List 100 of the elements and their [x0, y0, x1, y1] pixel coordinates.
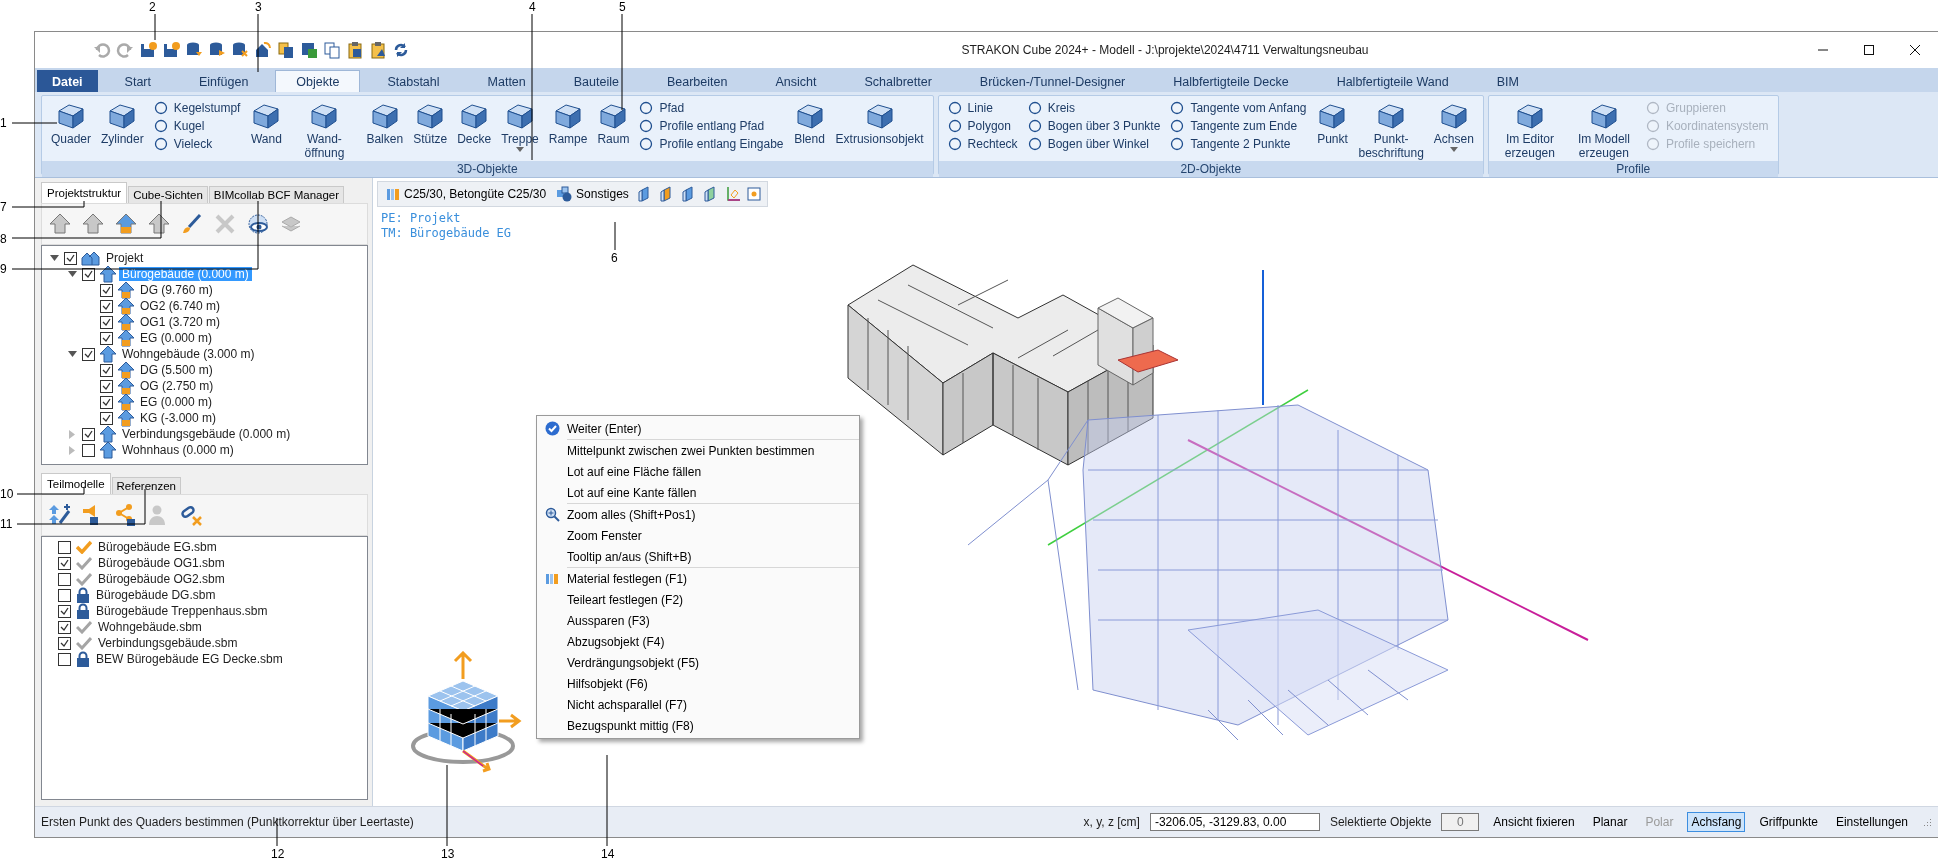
- checkbox[interactable]: [58, 540, 71, 554]
- ribbon-button[interactable]: Achsen: [1430, 98, 1477, 153]
- status-toggle[interactable]: Einstellungen: [1831, 812, 1912, 832]
- checkbox[interactable]: [64, 251, 77, 265]
- material-button[interactable]: C25/30, Betongüte C25/30: [384, 187, 549, 201]
- checkbox[interactable]: [58, 636, 71, 650]
- ribbon-button[interactable]: Rampe: [545, 98, 591, 147]
- menu-item[interactable]: Tooltip an/aus (Shift+B): [537, 546, 829, 567]
- ribbon-button[interactable]: Im Modell erzeugen: [1568, 98, 1639, 161]
- tree-item[interactable]: EG (0.000 m): [137, 395, 216, 409]
- ribbon-button[interactable]: Tangente vom Anfang: [1167, 99, 1310, 116]
- ribbon-button[interactable]: Polygon: [944, 117, 1021, 134]
- checkbox[interactable]: [100, 315, 113, 329]
- arrow-up-icon[interactable]: [48, 212, 72, 236]
- ribbon-button[interactable]: Wand-öffnung: [289, 98, 360, 161]
- ribbon-tab[interactable]: Objekte: [275, 70, 361, 92]
- ribbon-button[interactable]: Bogen über Winkel: [1024, 135, 1164, 152]
- ribbon-button[interactable]: Wand: [247, 98, 286, 147]
- checkbox[interactable]: [58, 588, 71, 602]
- menu-item[interactable]: Mittelpunkt zwischen zwei Punkten bestimmen: [537, 440, 829, 461]
- checkbox[interactable]: [100, 331, 113, 345]
- tree-item[interactable]: KG (-3.000 m): [137, 411, 220, 425]
- panel-tab[interactable]: Cube-Sichten: [128, 186, 208, 203]
- checkbox[interactable]: [100, 363, 113, 377]
- panel-tab[interactable]: Projektstruktur: [41, 182, 128, 203]
- menu-item[interactable]: Nicht achsparallel (F7): [537, 694, 829, 715]
- menu-item[interactable]: Bezugspunkt mittig (F8): [537, 715, 829, 736]
- ribbon-button[interactable]: Im Editor erzeugen: [1494, 98, 1565, 161]
- checkbox[interactable]: [100, 283, 113, 297]
- ribbon-tab[interactable]: Stabstahl: [366, 70, 461, 92]
- ribbon-button[interactable]: Kegelstumpf: [150, 99, 244, 116]
- list-item[interactable]: Bürogebäude OG1.sbm: [95, 556, 228, 570]
- list-item[interactable]: Bürogebäude OG2.sbm: [95, 572, 228, 586]
- ribbon-tab[interactable]: Start: [103, 70, 172, 92]
- checkbox[interactable]: [58, 572, 71, 586]
- checkbox[interactable]: [82, 347, 95, 361]
- ribbon-tab[interactable]: Einfügen: [178, 70, 270, 92]
- menu-item[interactable]: Lot auf eine Kante fällen: [537, 482, 829, 503]
- panel-tab[interactable]: Teilmodelle: [41, 473, 111, 494]
- ribbon-tab[interactable]: Bauteile: [552, 70, 640, 92]
- ribbon-button[interactable]: Kugel: [150, 117, 244, 134]
- checkbox[interactable]: [82, 443, 95, 457]
- ribbon-button[interactable]: Zylinder: [98, 98, 147, 147]
- status-toggle[interactable]: Achsfang: [1687, 812, 1746, 832]
- ribbon-tab[interactable]: Ansicht: [754, 70, 838, 92]
- checkbox[interactable]: [58, 556, 71, 570]
- checkbox[interactable]: [58, 652, 71, 666]
- menu-item[interactable]: Zoom Fenster: [537, 525, 829, 546]
- status-toggle[interactable]: Ansicht fixieren: [1489, 812, 1579, 832]
- checkbox[interactable]: [100, 379, 113, 393]
- database-icon[interactable]: [208, 41, 226, 59]
- ribbon-button[interactable]: Punkt-beschriftung: [1355, 98, 1427, 161]
- collapse-triangle-icon[interactable]: [67, 351, 77, 357]
- arrow-bar-icon[interactable]: [114, 212, 138, 236]
- ribbon-button[interactable]: Extrusionsobjekt: [832, 98, 927, 147]
- menu-item[interactable]: Zoom alles (Shift+Pos1): [537, 504, 829, 525]
- ribbon-button[interactable]: Pfad: [636, 99, 787, 116]
- axes-icon[interactable]: [724, 186, 741, 202]
- ribbon-tab[interactable]: BIM: [1475, 70, 1540, 92]
- checkbox[interactable]: [58, 604, 71, 618]
- unlink-icon[interactable]: [180, 503, 204, 527]
- copy-icon[interactable]: [323, 41, 341, 59]
- panel-tab[interactable]: Referenzen: [111, 477, 181, 494]
- brush-icon[interactable]: [180, 212, 204, 236]
- checkbox[interactable]: [100, 411, 113, 425]
- menu-item[interactable]: Teileart festlegen (F2): [537, 589, 829, 610]
- ribbon-button[interactable]: Stütze: [410, 98, 451, 147]
- menu-item[interactable]: Abzugsobjekt (F4): [537, 631, 829, 652]
- clipboard-icon[interactable]: [346, 41, 364, 59]
- refresh-icon[interactable]: [392, 41, 410, 59]
- ribbon-button[interactable]: Punkt: [1313, 98, 1352, 147]
- menu-item[interactable]: Lot auf eine Fläche fällen: [537, 461, 829, 482]
- tree-item[interactable]: OG1 (3.720 m): [137, 315, 224, 329]
- ribbon-tab[interactable]: Halbfertigteile Decke: [1152, 70, 1310, 92]
- checkbox[interactable]: [100, 395, 113, 409]
- ribbon-button[interactable]: Rechteck: [944, 135, 1021, 152]
- share-lock-icon[interactable]: [114, 503, 138, 527]
- ribbon-button[interactable]: Quader: [48, 98, 95, 147]
- house-icon[interactable]: [254, 41, 272, 59]
- tree-item[interactable]: DG (9.760 m): [137, 283, 216, 297]
- tree-item[interactable]: Wohngebäude (3.000 m): [119, 347, 258, 361]
- copy-icon[interactable]: [277, 41, 295, 59]
- ribbon-button[interactable]: Linie: [944, 99, 1021, 116]
- ribbon-button[interactable]: Bogen über 3 Punkte: [1024, 117, 1164, 134]
- ribbon-button[interactable]: Decke: [454, 98, 495, 147]
- panel-tab[interactable]: BIMcollab BCF Manager: [208, 186, 345, 203]
- checkbox[interactable]: [82, 427, 95, 441]
- ribbon-tab[interactable]: Halbfertigteile Wand: [1315, 70, 1470, 92]
- collapse-triangle-icon[interactable]: [49, 255, 59, 261]
- clipboard-icon[interactable]: [369, 41, 387, 59]
- list-item[interactable]: Wohngebäude.sbm: [95, 620, 205, 634]
- tree-item[interactable]: OG (2.750 m): [137, 379, 217, 393]
- part-type-button[interactable]: Sonstiges: [554, 186, 631, 202]
- list-item[interactable]: Verbindungsgebäude.sbm: [95, 636, 241, 650]
- list-item[interactable]: Bürogebäude Treppenhaus.sbm: [93, 604, 271, 618]
- ribbon-button[interactable]: Profile entlang Eingabe: [636, 135, 787, 152]
- coordinate-field[interactable]: -3206.05, -3129.83, 0.00: [1149, 813, 1320, 831]
- arrow-up-icon[interactable]: [147, 212, 171, 236]
- disk-icon[interactable]: [300, 41, 318, 59]
- ribbon-button[interactable]: Blend: [790, 98, 829, 147]
